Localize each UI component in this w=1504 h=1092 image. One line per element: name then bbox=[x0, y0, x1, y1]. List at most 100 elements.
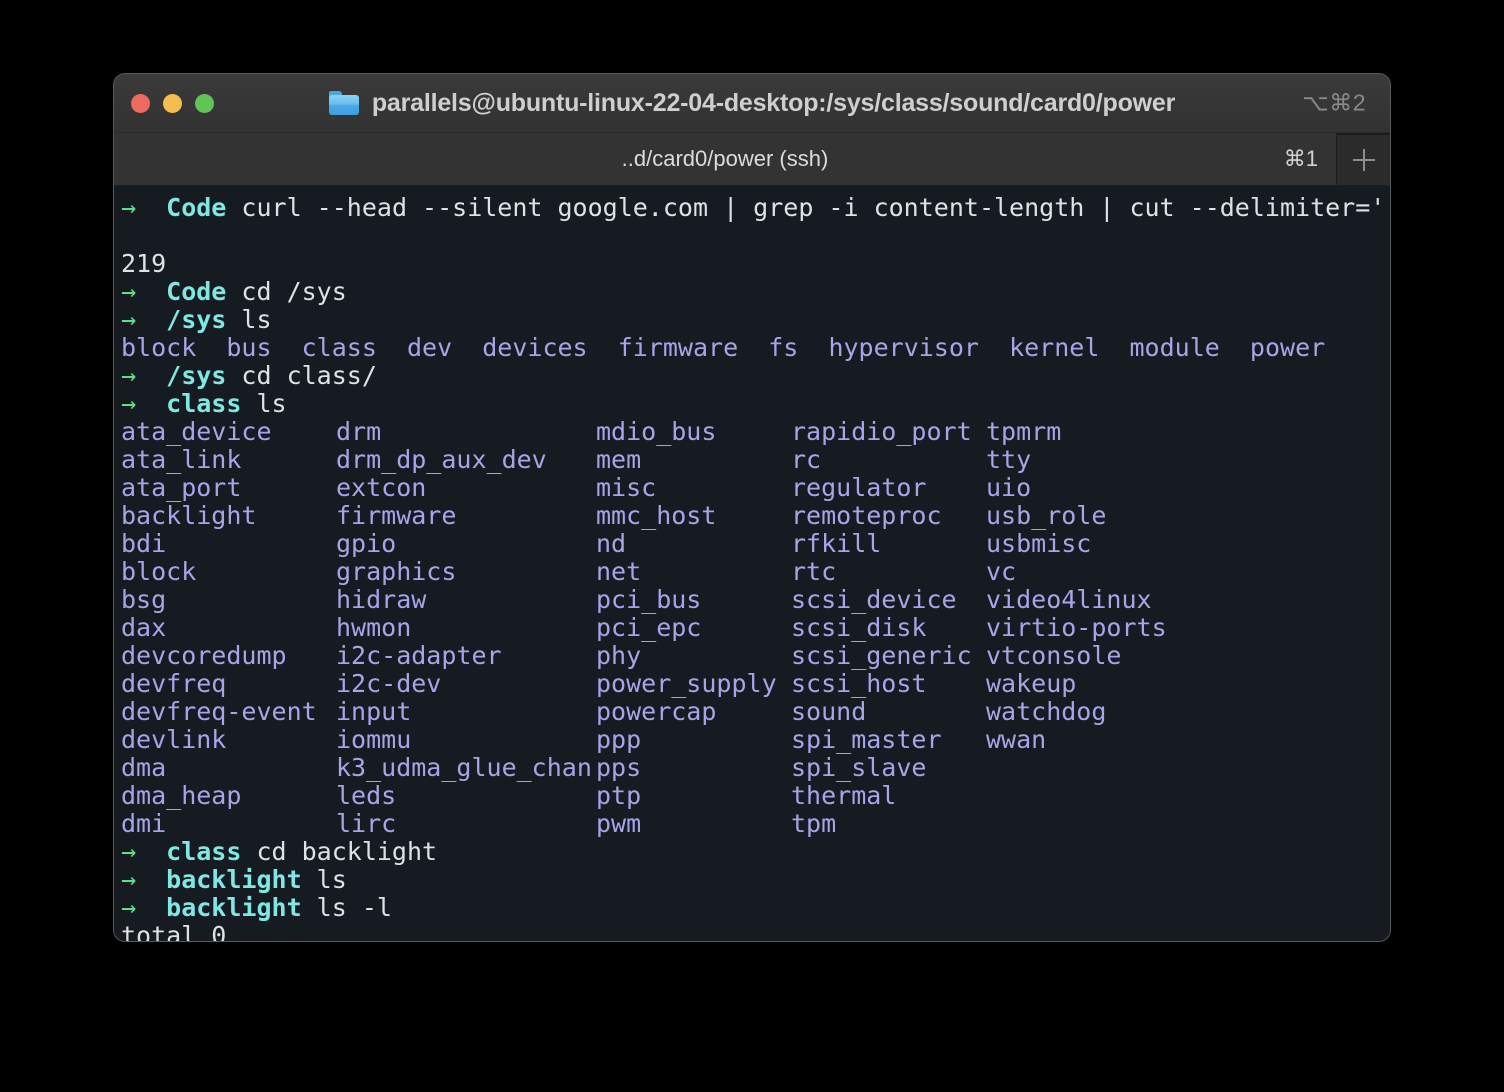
prompt-command: cd class/ bbox=[226, 361, 377, 390]
directory-entry: i2c-adapter bbox=[336, 641, 502, 670]
directory-entry: gpio bbox=[336, 529, 397, 558]
sys-directory-listing: block bus class dev devices firmware fs … bbox=[114, 334, 1390, 362]
prompt-arrow-icon: → bbox=[121, 277, 167, 306]
screen-root: parallels@ubuntu-linux-22-04-desktop:/sy… bbox=[0, 0, 1504, 1092]
folder-icon bbox=[328, 91, 359, 115]
directory-entry: ata_device bbox=[121, 417, 272, 446]
class-directory-listing: ata_device drm mdio_bus rapidio_port tpmrm at… bbox=[114, 418, 1390, 838]
directory-entry: tpmrm bbox=[986, 417, 1062, 446]
directory-entry: power_supply bbox=[596, 669, 777, 698]
directory-entry: pwm bbox=[596, 809, 642, 838]
prompt-directory: /sys bbox=[166, 305, 227, 334]
directory-entry: usbmisc bbox=[986, 529, 1092, 558]
directory-entry: class bbox=[301, 333, 407, 362]
prompt-directory: Code bbox=[166, 193, 227, 222]
prompt-directory: backlight bbox=[166, 893, 302, 922]
directory-entry: video4linux bbox=[986, 585, 1152, 614]
directory-entry: fs bbox=[768, 333, 829, 362]
window-titlebar[interactable]: parallels@ubuntu-linux-22-04-desktop:/sy… bbox=[114, 74, 1390, 133]
directory-entry: pci_epc bbox=[596, 613, 702, 642]
minimize-button[interactable] bbox=[163, 93, 182, 113]
prompt-command: ls bbox=[226, 305, 272, 334]
terminal-output-area[interactable]: → Code curl --head --silent google.com |… bbox=[114, 186, 1390, 942]
terminal-prompt-line: → class cd backlight bbox=[114, 838, 1390, 866]
window-title-container: parallels@ubuntu-linux-22-04-desktop:/sy… bbox=[114, 74, 1390, 132]
directory-entry: nd bbox=[596, 529, 627, 558]
directory-entry: graphics bbox=[336, 557, 457, 586]
directory-entry: iommu bbox=[336, 725, 412, 754]
directory-entry: bsg bbox=[121, 585, 167, 614]
prompt-command: ls bbox=[241, 389, 287, 418]
directory-entry: devices bbox=[482, 333, 618, 362]
directory-entry: devfreq-event bbox=[121, 697, 317, 726]
directory-entry: dax bbox=[121, 613, 167, 642]
directory-entry: block bbox=[121, 333, 227, 362]
close-button[interactable] bbox=[131, 93, 150, 113]
directory-entry: spi_master bbox=[791, 725, 942, 754]
directory-entry bbox=[986, 810, 1186, 838]
directory-entry: devfreq bbox=[121, 669, 227, 698]
directory-entry: wakeup bbox=[986, 669, 1077, 698]
directory-entry: ata_port bbox=[121, 473, 242, 502]
directory-entry: spi_slave bbox=[791, 753, 927, 782]
directory-entry: net bbox=[596, 557, 642, 586]
directory-entry: watchdog bbox=[986, 697, 1107, 726]
prompt-arrow-icon: → bbox=[121, 837, 167, 866]
directory-entry: wwan bbox=[986, 725, 1047, 754]
directory-entry: hidraw bbox=[336, 585, 427, 614]
directory-entry: vtconsole bbox=[986, 641, 1122, 670]
directory-entry: usb_role bbox=[986, 501, 1107, 530]
directory-entry: dmi bbox=[121, 809, 167, 838]
directory-entry: misc bbox=[596, 473, 657, 502]
prompt-arrow-icon: → bbox=[121, 389, 167, 418]
directory-entry: kernel bbox=[1009, 333, 1130, 362]
directory-entry: virtio-ports bbox=[986, 613, 1167, 642]
terminal-output-line: total 0 bbox=[121, 921, 227, 942]
directory-entry: firmware bbox=[617, 333, 769, 362]
directory-entry: module bbox=[1129, 333, 1250, 362]
directory-entry: rapidio_port bbox=[791, 417, 972, 446]
prompt-directory: class bbox=[166, 389, 242, 418]
directory-entry: pps bbox=[596, 753, 642, 782]
directory-entry: devlink bbox=[121, 725, 227, 754]
terminal-prompt-line: → Code cd /sys bbox=[114, 278, 1390, 306]
terminal-window: parallels@ubuntu-linux-22-04-desktop:/sy… bbox=[113, 73, 1391, 942]
directory-entry: firmware bbox=[336, 501, 457, 530]
directory-entry: tty bbox=[986, 445, 1032, 474]
prompt-command: curl --head --silent google.com | grep -… bbox=[226, 193, 1390, 222]
tab-card0-power[interactable]: ..d/card0/power (ssh) ⌘1 bbox=[114, 133, 1336, 185]
directory-entry: mdio_bus bbox=[596, 417, 717, 446]
prompt-command: cd backlight bbox=[241, 837, 438, 866]
directory-entry: thermal bbox=[791, 781, 897, 810]
directory-entry: hypervisor bbox=[828, 333, 1010, 362]
prompt-arrow-icon: → bbox=[121, 893, 167, 922]
directory-entry: bdi bbox=[121, 529, 167, 558]
maximize-button[interactable] bbox=[195, 93, 214, 113]
directory-entry: uio bbox=[986, 473, 1032, 502]
directory-entry: drm_dp_aux_dev bbox=[336, 445, 547, 474]
new-tab-button[interactable] bbox=[1336, 133, 1390, 185]
directory-entry: pci_bus bbox=[596, 585, 702, 614]
prompt-directory: /sys bbox=[166, 361, 227, 390]
prompt-arrow-icon: → bbox=[121, 305, 167, 334]
terminal-output-line: 219 bbox=[121, 249, 167, 278]
tab-bar: ..d/card0/power (ssh) ⌘1 bbox=[114, 133, 1390, 186]
directory-entry bbox=[986, 754, 1186, 782]
directory-entry: dma bbox=[121, 753, 167, 782]
prompt-arrow-icon: → bbox=[121, 865, 167, 894]
directory-entry: drm bbox=[336, 417, 382, 446]
directory-entry bbox=[986, 782, 1186, 810]
tab-shortcut-hint: ⌘1 bbox=[1283, 146, 1318, 171]
terminal-prompt-line: → backlight ls -l bbox=[114, 894, 1390, 922]
directory-entry: rc bbox=[791, 445, 822, 474]
terminal-prompt-line: → /sys cd class/ bbox=[114, 362, 1390, 390]
directory-entry: ppp bbox=[596, 725, 642, 754]
directory-entry: ptp bbox=[596, 781, 642, 810]
directory-entry: backlight bbox=[121, 501, 257, 530]
directory-entry: lirc bbox=[336, 809, 397, 838]
directory-entry: scsi_generic bbox=[791, 641, 972, 670]
directory-entry: scsi_host bbox=[791, 669, 927, 698]
directory-entry: rtc bbox=[791, 557, 837, 586]
directory-entry: remoteproc bbox=[791, 501, 942, 530]
directory-entry: extcon bbox=[336, 473, 427, 502]
